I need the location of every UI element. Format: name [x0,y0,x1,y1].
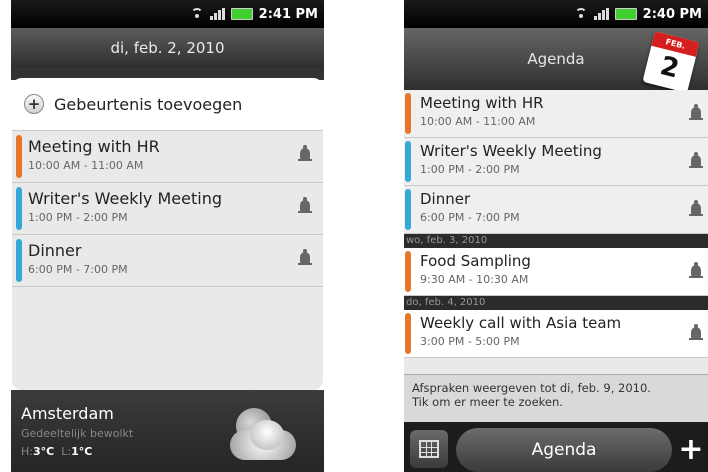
event-title: Meeting with HR [28,137,160,156]
reminder-bell-icon [689,200,703,217]
wifi-icon [574,8,588,20]
calendar-color-bar [405,93,411,134]
event-row[interactable]: Meeting with HR 10:00 AM - 11:00 AM [404,90,708,138]
day-events-card: + Gebeurtenis toevoegen Meeting with HR … [12,78,323,390]
event-time: 1:00 PM - 2:00 PM [28,211,128,224]
event-time: 10:00 AM - 11:00 AM [420,115,536,128]
reminder-bell-icon [689,152,703,169]
calendar-color-bar [16,239,22,282]
calendar-color-bar [405,141,411,182]
event-time: 3:00 PM - 5:00 PM [420,335,520,348]
status-time: 2:41 PM [258,6,318,22]
event-time: 1:00 PM - 2:00 PM [420,163,520,176]
reminder-bell-icon [298,145,312,162]
reminder-bell-icon [298,197,312,214]
status-bar: 2:41 PM [11,0,324,28]
agenda-view-button[interactable]: Agenda [456,428,672,472]
event-row[interactable]: Dinner 6:00 PM - 7:00 PM [404,186,708,234]
event-time: 10:00 AM - 11:00 AM [28,159,144,172]
load-more-note[interactable]: Afspraken weergeven tot di, feb. 9, 2010… [404,374,708,422]
weather-widget[interactable]: Amsterdam Gedeeltelijk bewolkt H:3°C L:1… [11,390,324,472]
plus-circle-icon: + [24,94,44,114]
calendar-color-bar [16,135,22,178]
event-row[interactable]: Dinner 6:00 PM - 7:00 PM [12,235,323,287]
calendar-color-bar [16,187,22,230]
battery-icon [230,8,253,20]
calendar-color-bar [405,313,411,354]
right-phone-screen: 2:40 PM Agenda FEB. 2 Meeting with HR 10… [404,0,708,472]
high-temp: 3°C [32,445,55,458]
reminder-bell-icon [689,324,703,341]
event-row[interactable]: Writer's Weekly Meeting 1:00 PM - 2:00 P… [404,138,708,186]
add-event-plus-button[interactable]: + [674,430,708,470]
event-time: 6:00 PM - 7:00 PM [28,263,128,276]
battery-icon [614,8,637,20]
signal-icon [593,8,609,20]
partly-cloudy-night-icon [230,408,302,464]
event-row[interactable]: Weekly call with Asia team 3:00 PM - 5:0… [404,310,708,358]
high-label: H: [21,445,33,458]
bottom-toolbar: Agenda + [404,422,708,472]
event-row[interactable]: Food Sampling 9:30 AM - 10:30 AM [404,248,708,296]
signal-icon [209,8,225,20]
agenda-header: Agenda FEB. 2 [404,28,708,93]
event-time: 6:00 PM - 7:00 PM [420,211,520,224]
load-more-line2: Tik om er meer te zoeken. [412,395,563,409]
add-event-label: Gebeurtenis toevoegen [54,94,243,114]
add-event-button[interactable]: + Gebeurtenis toevoegen [12,78,323,131]
day-separator: do, feb. 4, 2010 [404,296,708,310]
event-time: 9:30 AM - 10:30 AM [420,273,529,286]
calendar-color-bar [405,189,411,230]
calendar-view-button[interactable] [410,430,448,468]
low-temp: 1°C [71,445,93,458]
low-label: L: [61,445,72,458]
event-row[interactable]: Writer's Weekly Meeting 1:00 PM - 2:00 P… [12,183,323,235]
event-title: Weekly call with Asia team [420,314,622,332]
date-header: di, feb. 2, 2010 [11,28,324,68]
event-title: Dinner [420,190,471,208]
event-title: Dinner [28,241,82,260]
day-separator: wo, feb. 3, 2010 [404,234,708,248]
left-phone-screen: 2:41 PM di, feb. 2, 2010 + Gebeurtenis t… [11,0,324,472]
calendar-grid-icon [419,440,439,458]
reminder-bell-icon [689,104,703,121]
event-row[interactable]: Meeting with HR 10:00 AM - 11:00 AM [12,131,323,183]
wifi-icon [190,8,204,20]
event-title: Food Sampling [420,252,531,270]
status-time: 2:40 PM [642,6,702,22]
event-title: Meeting with HR [420,94,544,112]
load-more-line1: Afspraken weergeven tot di, feb. 9, 2010… [412,381,651,395]
calendar-color-bar [405,251,411,292]
reminder-bell-icon [689,262,703,279]
status-bar: 2:40 PM [404,0,708,28]
agenda-list[interactable]: Meeting with HR 10:00 AM - 11:00 AM Writ… [404,90,708,374]
reminder-bell-icon [298,249,312,266]
event-title: Writer's Weekly Meeting [420,142,602,160]
event-title: Writer's Weekly Meeting [28,189,222,208]
